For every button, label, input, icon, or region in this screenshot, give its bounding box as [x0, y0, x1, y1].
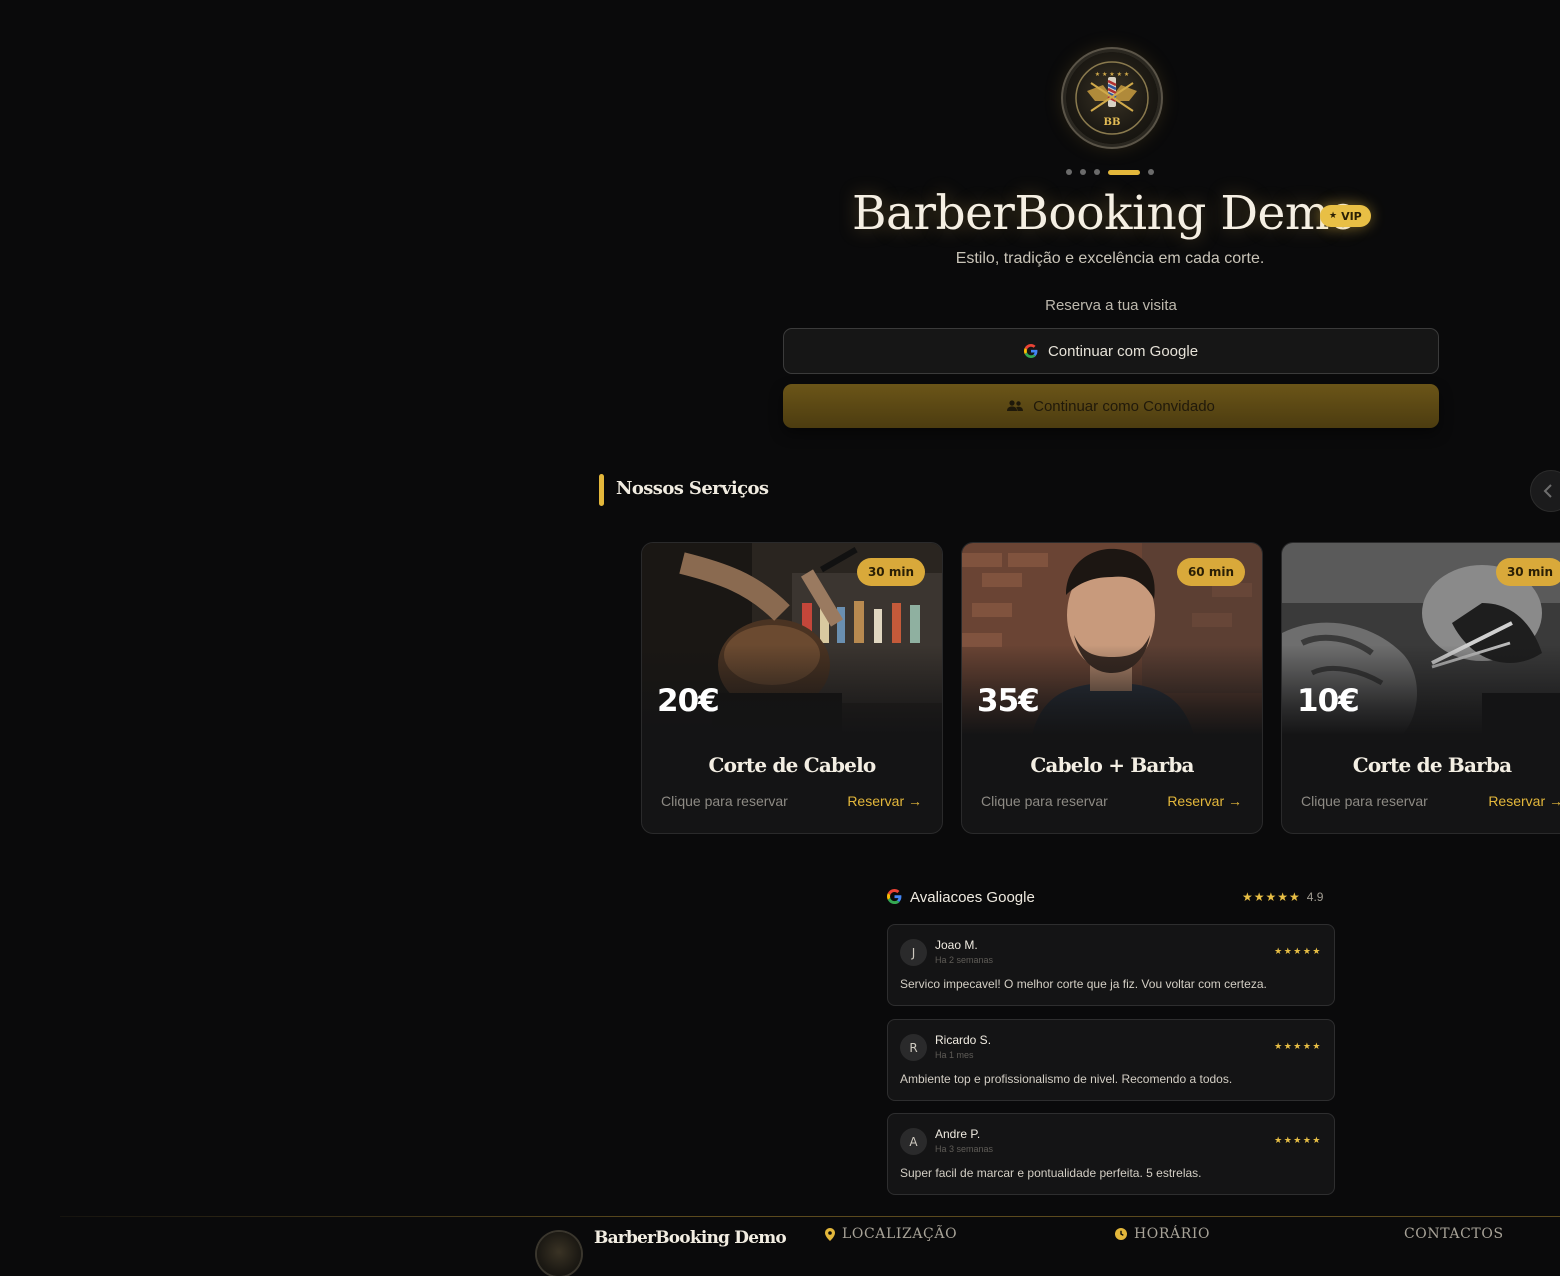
google-g-icon — [887, 889, 902, 908]
google-login-button[interactable]: Continuar com Google — [783, 328, 1439, 374]
section-accent-bar — [599, 474, 604, 506]
review-date: Ha 1 mes — [935, 1050, 974, 1060]
service-card[interactable]: 30 min 10€ Corte de Barba Clique para re… — [1281, 542, 1560, 834]
footer-contacts-link[interactable]: CONTACTOS — [1404, 1226, 1504, 1242]
reviewer-name: Ricardo S. — [935, 1033, 992, 1047]
footer-location-link[interactable]: LOCALIZAÇÃO — [825, 1226, 957, 1242]
svg-text:★ ★ ★ ★ ★: ★ ★ ★ ★ ★ — [1095, 71, 1130, 78]
footer-hours-label: HORÁRIO — [1134, 1226, 1211, 1242]
avatar: J — [900, 939, 927, 966]
service-name: Corte de Barba — [1352, 753, 1512, 777]
reserve-label: Reserva a tua visita — [1045, 297, 1177, 314]
rating-value: 4.9 — [1306, 890, 1324, 904]
footer-logo — [537, 1232, 581, 1276]
vip-badge-label: VIP — [1341, 209, 1362, 223]
tagline: Estilo, tradição e excelência em cada co… — [955, 250, 1265, 267]
review-text: Super facil de marcar e pontualidade per… — [900, 1166, 1202, 1180]
duration-badge: 30 min — [856, 558, 925, 586]
guest-login-button[interactable]: Continuar como Convidado — [783, 384, 1439, 428]
barber-emblem-icon: ★ ★ ★ ★ ★ BB — [1075, 61, 1149, 135]
clock-icon — [1115, 1228, 1127, 1240]
service-name: Cabelo + Barba — [1030, 753, 1194, 777]
duration-badge: 30 min — [1495, 558, 1560, 586]
review-stars: ★★★★★ — [1274, 1136, 1322, 1146]
service-card[interactable]: 60 min 35€ Cabelo + Barba Clique para re… — [961, 542, 1263, 834]
reserve-link[interactable]: Reservar → — [1167, 793, 1242, 809]
carousel-dots — [1066, 169, 1154, 175]
review-stars: ★★★★★ — [1274, 1042, 1322, 1052]
review-stars: ★★★★★ — [1274, 947, 1322, 957]
google-login-label: Continuar com Google — [1047, 342, 1199, 360]
reviews-title: Avaliacoes Google — [910, 889, 1035, 906]
reserve-link[interactable]: Reservar → — [1488, 793, 1560, 809]
footer-hours-link[interactable]: HORÁRIO — [1115, 1226, 1210, 1242]
service-hint: Clique para reservar — [1301, 793, 1428, 809]
avatar: A — [900, 1128, 927, 1155]
google-g-icon — [1023, 344, 1038, 358]
rating-stars: ★★★★★ — [1242, 890, 1301, 904]
carousel-dot-active[interactable] — [1108, 169, 1140, 175]
carousel-prev-button[interactable] — [1530, 470, 1560, 512]
chevron-left-icon — [1543, 484, 1552, 498]
footer-location-label: LOCALIZAÇÃO — [842, 1226, 958, 1242]
star-icon: ★ — [1329, 211, 1338, 221]
service-price: 20€ — [657, 683, 720, 719]
service-name: Corte de Cabelo — [708, 753, 877, 777]
service-price: 10€ — [1297, 683, 1360, 719]
avatar: R — [900, 1034, 927, 1061]
service-price: 35€ — [977, 683, 1040, 719]
map-pin-icon — [825, 1227, 835, 1241]
reserve-link[interactable]: Reservar → — [847, 793, 922, 809]
duration-badge: 60 min — [1176, 558, 1245, 586]
svg-text:BB: BB — [1104, 117, 1121, 128]
carousel-dot[interactable] — [1094, 169, 1100, 175]
people-icon — [1007, 400, 1024, 411]
review-card: R Ricardo S. Ha 1 mes ★★★★★ Ambiente top… — [887, 1019, 1335, 1101]
carousel-dot[interactable] — [1066, 169, 1072, 175]
guest-login-label: Continuar como Convidado — [1033, 397, 1215, 415]
carousel-dot[interactable] — [1080, 169, 1086, 175]
service-card[interactable]: 30 min 20€ Corte de Cabelo Clique para r… — [641, 542, 943, 834]
review-text: Ambiente top e profissionalismo de nivel… — [900, 1072, 1233, 1086]
footer-contacts-label: CONTACTOS — [1404, 1226, 1504, 1242]
page-title: BarberBooking Demo — [852, 186, 1357, 241]
reviewer-name: Andre P. — [935, 1127, 981, 1141]
review-date: Ha 2 semanas — [935, 955, 994, 965]
vip-badge: ★ VIP — [1320, 205, 1371, 227]
review-card: J Joao M. Ha 2 semanas ★★★★★ Servico imp… — [887, 924, 1335, 1006]
brand-logo: ★ ★ ★ ★ ★ BB — [1066, 52, 1158, 144]
review-card: A Andre P. Ha 3 semanas ★★★★★ Super faci… — [887, 1113, 1335, 1195]
service-hint: Clique para reservar — [981, 793, 1108, 809]
footer-divider — [60, 1216, 1560, 1217]
reviewer-name: Joao M. — [935, 938, 978, 952]
review-date: Ha 3 semanas — [935, 1144, 994, 1154]
footer-brand: BarberBooking Demo — [594, 1228, 787, 1248]
service-hint: Clique para reservar — [661, 793, 788, 809]
review-text: Servico impecavel! O melhor corte que ja… — [900, 977, 1267, 991]
services-section-title: Nossos Serviços — [616, 478, 769, 499]
carousel-dot[interactable] — [1148, 169, 1154, 175]
reviews-rating: ★★★★★ 4.9 — [1242, 890, 1323, 904]
